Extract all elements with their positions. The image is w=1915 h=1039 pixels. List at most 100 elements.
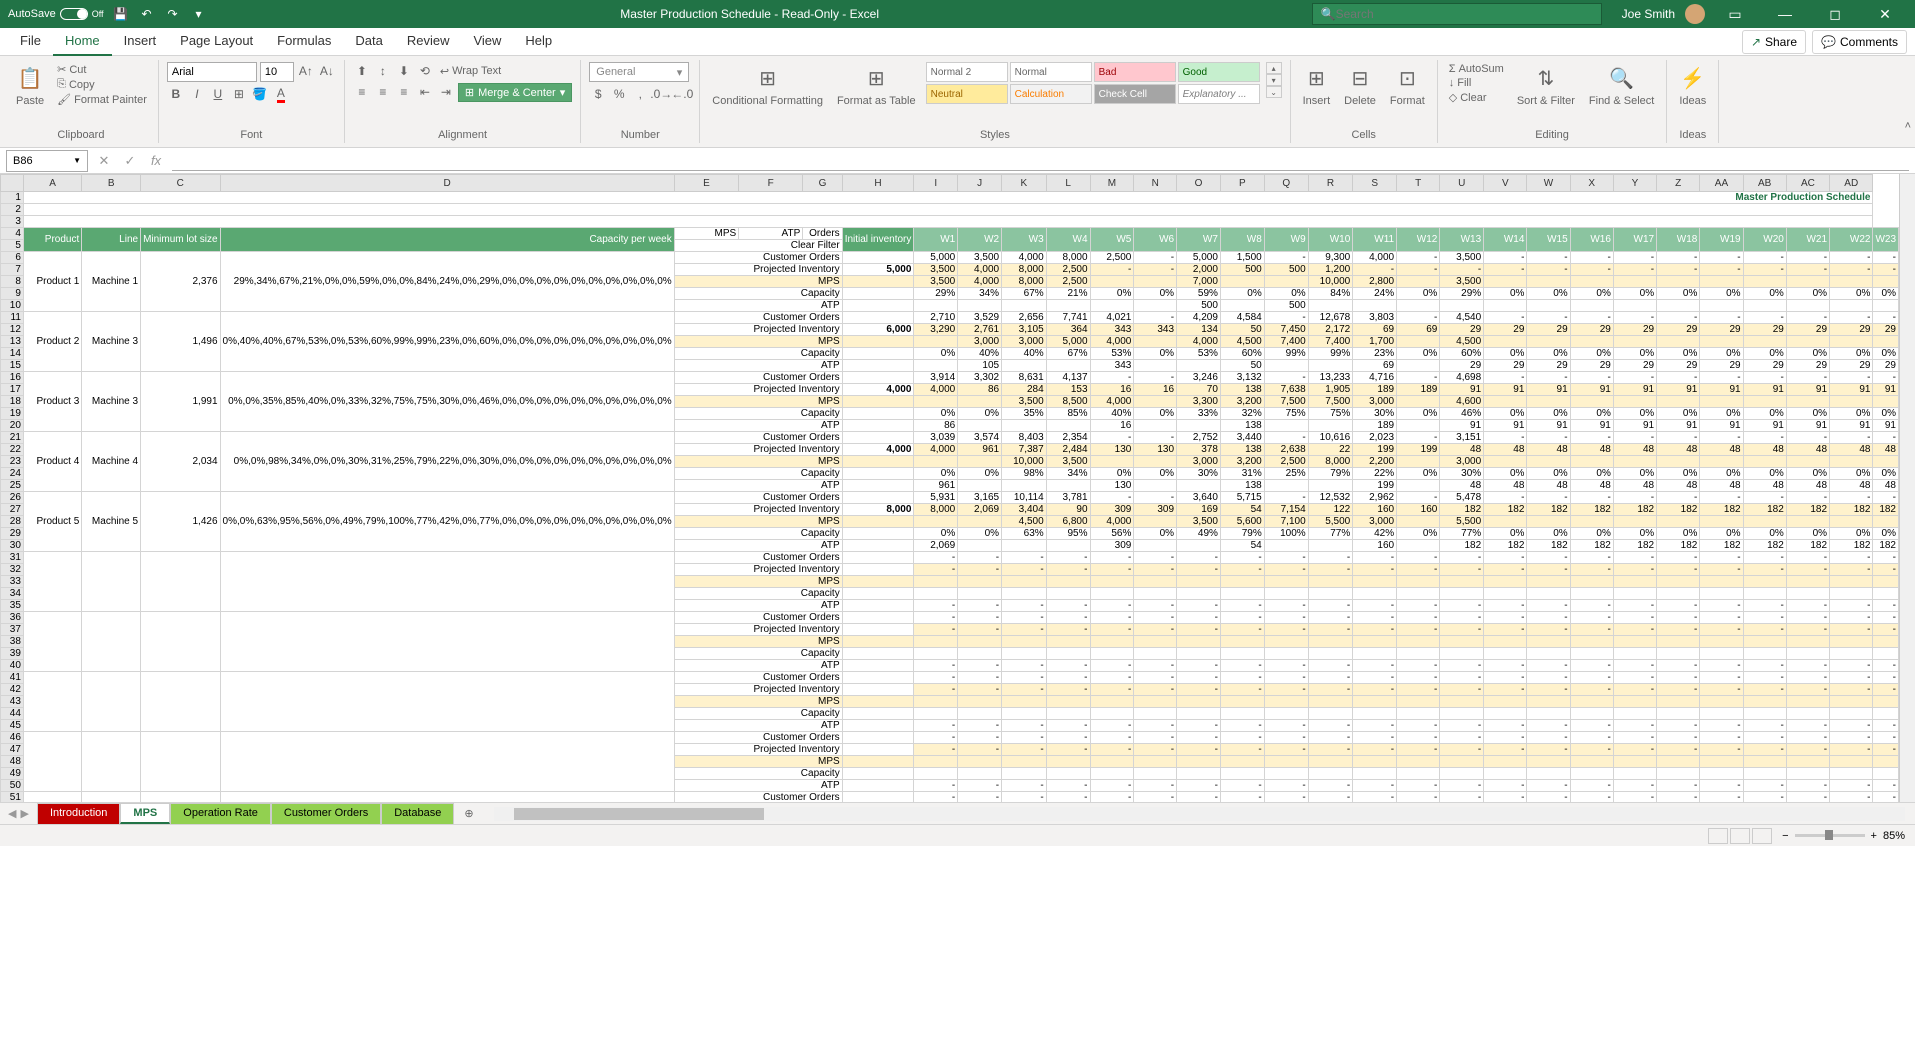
cell[interactable] (1786, 300, 1829, 312)
cell[interactable]: - (1134, 612, 1177, 624)
cell[interactable] (1700, 516, 1743, 528)
cell[interactable] (1220, 648, 1264, 660)
cell[interactable]: 99% (1264, 348, 1308, 360)
cell[interactable]: 500 (1264, 264, 1308, 276)
cell[interactable]: - (1786, 684, 1829, 696)
cell[interactable]: 53% (1177, 348, 1221, 360)
cell[interactable]: 0% (1830, 288, 1873, 300)
cell[interactable]: 29 (1873, 324, 1899, 336)
cell[interactable]: - (1830, 492, 1873, 504)
cell[interactable]: 182 (1786, 504, 1829, 516)
orientation-icon[interactable]: ⟲ (416, 62, 434, 80)
cell[interactable]: - (1700, 660, 1743, 672)
cell[interactable]: - (914, 744, 958, 756)
cell[interactable] (1002, 588, 1047, 600)
cell[interactable]: - (1570, 564, 1613, 576)
cell[interactable]: 86 (958, 384, 1002, 396)
cell[interactable]: - (1786, 720, 1829, 732)
cell[interactable] (1308, 480, 1353, 492)
cell[interactable]: - (1484, 780, 1527, 792)
cell[interactable]: - (1786, 744, 1829, 756)
cell[interactable] (1484, 276, 1527, 288)
cell[interactable]: - (1484, 492, 1527, 504)
cell[interactable] (1397, 588, 1440, 600)
col-header[interactable]: Z (1657, 175, 1700, 192)
cell[interactable]: - (1830, 684, 1873, 696)
cell[interactable]: - (1613, 720, 1656, 732)
cell[interactable]: - (914, 780, 958, 792)
cell[interactable] (1527, 456, 1570, 468)
cell[interactable]: - (1397, 564, 1440, 576)
cell[interactable]: - (1440, 684, 1484, 696)
cell[interactable] (1440, 588, 1484, 600)
cell[interactable]: 3,500 (1440, 252, 1484, 264)
cell[interactable] (1134, 336, 1177, 348)
cell[interactable]: 48 (1570, 480, 1613, 492)
cell[interactable]: - (1873, 264, 1899, 276)
cell[interactable] (1002, 636, 1047, 648)
cell[interactable] (1353, 300, 1397, 312)
tab-formulas[interactable]: Formulas (265, 27, 343, 56)
cell[interactable] (1527, 648, 1570, 660)
cell[interactable] (1134, 636, 1177, 648)
cell[interactable]: 34% (1046, 468, 1090, 480)
cell[interactable]: - (1177, 792, 1221, 803)
cell[interactable] (1743, 636, 1786, 648)
cell[interactable]: 0% (1484, 348, 1527, 360)
cell[interactable]: - (1657, 660, 1700, 672)
cell[interactable]: - (958, 744, 1002, 756)
save-icon[interactable]: 💾 (112, 5, 130, 23)
cell[interactable]: - (1700, 732, 1743, 744)
cell[interactable]: - (1570, 732, 1613, 744)
cell[interactable]: - (1570, 612, 1613, 624)
style-calculation[interactable]: Calculation (1010, 84, 1092, 104)
cell[interactable] (958, 540, 1002, 552)
cell[interactable]: 48 (1484, 480, 1527, 492)
cell[interactable]: - (1440, 264, 1484, 276)
cell[interactable]: 3,781 (1046, 492, 1090, 504)
cell[interactable]: 0% (1786, 348, 1829, 360)
cell[interactable] (1220, 708, 1264, 720)
cell[interactable]: 29 (1743, 360, 1786, 372)
cell[interactable]: 46% (1440, 408, 1484, 420)
cell[interactable]: - (1570, 264, 1613, 276)
cell[interactable]: - (1353, 552, 1397, 564)
cell[interactable] (1177, 540, 1221, 552)
cell[interactable] (1308, 696, 1353, 708)
cell[interactable]: - (1527, 264, 1570, 276)
cell[interactable] (1786, 768, 1829, 780)
cell[interactable] (1134, 588, 1177, 600)
cell[interactable]: - (1134, 684, 1177, 696)
cell[interactable]: 0% (1873, 288, 1899, 300)
cell[interactable]: 3,151 (1440, 432, 1484, 444)
cell[interactable] (1002, 648, 1047, 660)
cell[interactable] (1220, 300, 1264, 312)
cell[interactable]: - (1613, 780, 1656, 792)
cell[interactable] (1830, 276, 1873, 288)
cell[interactable]: - (1046, 732, 1090, 744)
cell[interactable]: - (958, 564, 1002, 576)
cell[interactable]: 0% (1484, 288, 1527, 300)
cell[interactable]: - (1527, 792, 1570, 803)
cell[interactable] (958, 300, 1002, 312)
cell[interactable]: 100% (1264, 528, 1308, 540)
cell[interactable]: - (1527, 432, 1570, 444)
cell[interactable]: 50 (1220, 324, 1264, 336)
cell[interactable]: - (914, 672, 958, 684)
cell[interactable] (1220, 276, 1264, 288)
cell[interactable] (1743, 300, 1786, 312)
cell[interactable] (1397, 480, 1440, 492)
cell[interactable]: 49% (1177, 528, 1221, 540)
cell[interactable]: - (1700, 744, 1743, 756)
cell[interactable]: - (1440, 612, 1484, 624)
cell[interactable]: - (1397, 312, 1440, 324)
cut-button[interactable]: ✂ Cut (54, 62, 150, 77)
cell[interactable] (1046, 696, 1090, 708)
cell[interactable] (1264, 360, 1308, 372)
cell[interactable] (1657, 396, 1700, 408)
style-check-cell[interactable]: Check Cell (1094, 84, 1176, 104)
cell[interactable]: 8,500 (1046, 396, 1090, 408)
cell[interactable]: 2,500 (1046, 264, 1090, 276)
name-box[interactable]: B86▼ (6, 150, 88, 172)
cell[interactable]: - (1353, 660, 1397, 672)
